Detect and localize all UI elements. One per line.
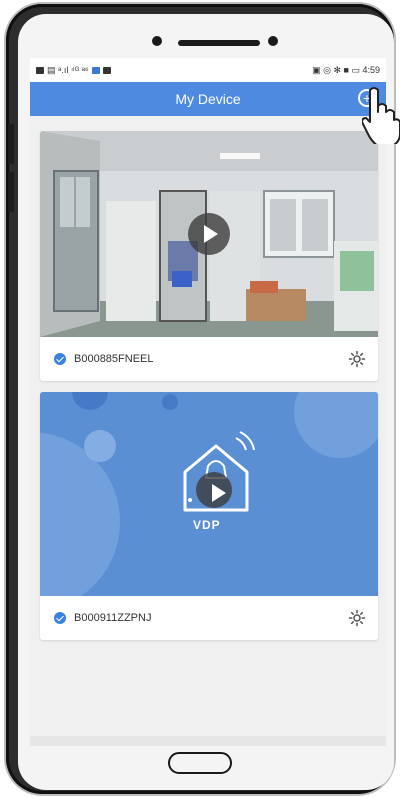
check-circle-icon	[54, 612, 66, 624]
vdp-thumbnail[interactable]: VDP	[40, 392, 378, 596]
bottom-bar	[30, 736, 386, 746]
app-header: My Device +	[30, 82, 386, 116]
app-screen: ▤ ᵃ.ıl ⁴ᴳ ᵃ⁶ ▣ ◎ ✻ ■ ▭ 4:59 My Device +	[30, 58, 386, 746]
app-notification-icon	[91, 66, 100, 74]
earpiece-speaker	[178, 40, 260, 46]
check-circle-icon	[54, 353, 66, 365]
front-camera-icon	[152, 36, 162, 46]
camera-snapshot[interactable]	[40, 131, 378, 337]
volume-down-button	[8, 172, 14, 212]
status-bar: ▤ ᵃ.ıl ⁴ᴳ ᵃ⁶ ▣ ◎ ✻ ■ ▭ 4:59	[30, 58, 386, 82]
gear-icon[interactable]	[348, 609, 366, 627]
device-id-label: B000885FNEEL	[74, 353, 154, 365]
signal-text: ▤ ᵃ.ıl ⁴ᴳ ᵃ⁶	[47, 64, 89, 75]
notification-icon	[36, 66, 44, 74]
system-status-text: ▣ ◎ ✻ ■ ▭ 4:59	[312, 64, 380, 75]
device-card[interactable]: B000885FNEEL	[40, 131, 378, 381]
pointing-hand-icon	[362, 87, 400, 144]
alert-icon	[102, 66, 111, 74]
volume-up-button	[8, 124, 14, 164]
page-title: My Device	[175, 91, 241, 107]
gear-icon[interactable]	[348, 350, 366, 368]
sensor-icon	[268, 36, 278, 46]
vdp-label: VDP	[193, 518, 221, 532]
device-card[interactable]: VDP B000911ZZPNJ	[40, 392, 378, 640]
device-footer: B000911ZZPNJ	[40, 596, 378, 640]
play-button[interactable]	[196, 472, 232, 508]
home-button[interactable]	[168, 752, 232, 774]
play-button[interactable]	[188, 213, 230, 255]
device-id-label: B000911ZZPNJ	[74, 612, 152, 624]
device-footer: B000885FNEEL	[40, 337, 378, 381]
